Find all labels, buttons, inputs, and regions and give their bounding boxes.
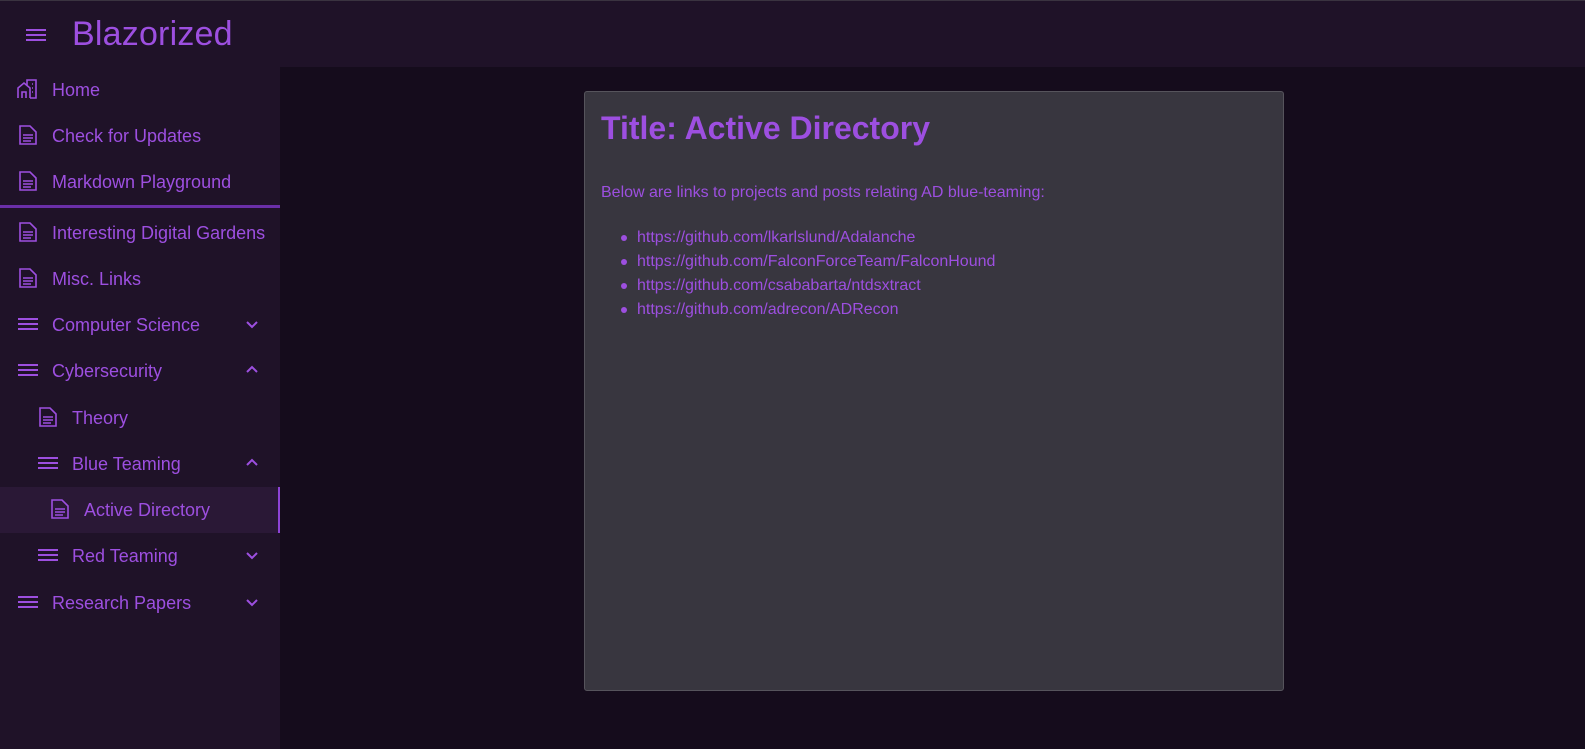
list-icon: [37, 544, 59, 566]
bullet: [621, 235, 627, 241]
document-icon: [17, 267, 39, 289]
document-icon: [49, 498, 71, 520]
bullet: [621, 307, 627, 313]
sidebar-item-label: Active Directory: [84, 500, 211, 520]
sidebar-item-label: Markdown Playground: [52, 172, 232, 192]
link-falconhound[interactable]: https://github.com/FalconForceTeam/Falco…: [637, 253, 995, 270]
link-adrecon[interactable]: https://github.com/adrecon/ADRecon: [637, 301, 898, 318]
list-icon: [17, 313, 39, 335]
chevron-down-icon[interactable]: [242, 592, 262, 612]
link-adalanche[interactable]: https://github.com/lkarlslund/Adalanche: [637, 229, 915, 246]
sidebar-item-home[interactable]: Home: [0, 67, 280, 113]
list-item: https://github.com/FalconForceTeam/Falco…: [621, 252, 995, 276]
list-icon: [37, 452, 59, 474]
list-item: https://github.com/csababarta/ntdsxtract: [621, 276, 995, 300]
bullet: [621, 259, 627, 265]
sidebar-item-label: Computer Science: [52, 315, 201, 335]
sidebar-item-label: Cybersecurity: [52, 361, 163, 381]
sidebar: Home Check for Updates Markdown Playgrou…: [0, 67, 280, 749]
sidebar-item-label: Interesting Digital Gardens: [52, 223, 266, 243]
chevron-up-icon[interactable]: [242, 453, 262, 473]
sidebar-item-theory[interactable]: Theory: [0, 395, 280, 441]
sidebar-item-interesting-digital-gardens[interactable]: Interesting Digital Gardens: [0, 210, 280, 256]
menu-icon: [26, 29, 46, 41]
sidebar-item-label: Red Teaming: [72, 546, 178, 566]
chevron-up-icon[interactable]: [242, 360, 262, 380]
sidebar-item-red-teaming[interactable]: Red Teaming: [0, 533, 280, 579]
app-title[interactable]: Blazorized: [72, 15, 233, 54]
chevron-down-icon[interactable]: [242, 545, 262, 565]
sidebar-item-blue-teaming[interactable]: Blue Teaming: [0, 441, 280, 487]
home-icon: [16, 78, 38, 100]
sidebar-item-label: Blue Teaming: [72, 454, 181, 474]
sidebar-item-computer-science[interactable]: Computer Science: [0, 302, 280, 348]
sidebar-item-misc-links[interactable]: Misc. Links: [0, 256, 280, 302]
page-title: Title: Active Directory: [601, 110, 930, 146]
list-item: https://github.com/lkarlslund/Adalanche: [621, 228, 995, 252]
document-icon: [37, 406, 59, 428]
sidebar-item-research-papers[interactable]: Research Papers: [0, 580, 280, 626]
chevron-down-icon[interactable]: [242, 314, 262, 334]
sidebar-divider: [0, 205, 280, 208]
link-list: https://github.com/lkarlslund/Adalanche …: [621, 228, 995, 324]
hamburger-menu-button[interactable]: [20, 19, 52, 51]
sidebar-item-label: Theory: [72, 408, 129, 428]
list-item: https://github.com/adrecon/ADRecon: [621, 300, 995, 324]
bullet: [621, 283, 627, 289]
document-icon: [17, 221, 39, 243]
sidebar-item-label: Check for Updates: [52, 126, 202, 146]
link-ntdsxtract[interactable]: https://github.com/csababarta/ntdsxtract: [637, 277, 921, 294]
document-icon: [17, 124, 39, 146]
sidebar-item-markdown-playground[interactable]: Markdown Playground: [0, 159, 280, 205]
content-card: Title: Active Directory Below are links …: [584, 91, 1284, 691]
intro-text: Below are links to projects and posts re…: [601, 184, 1045, 201]
app-bar: Blazorized: [0, 0, 1585, 67]
sidebar-item-label: Home: [52, 80, 101, 100]
list-icon: [17, 359, 39, 381]
sidebar-item-label: Misc. Links: [52, 269, 142, 289]
document-icon: [17, 170, 39, 192]
sidebar-item-label: Research Papers: [52, 593, 192, 613]
sidebar-item-check-for-updates[interactable]: Check for Updates: [0, 113, 280, 159]
list-icon: [17, 591, 39, 613]
sidebar-item-active-directory[interactable]: Active Directory: [0, 487, 280, 533]
sidebar-item-cybersecurity[interactable]: Cybersecurity: [0, 348, 280, 394]
